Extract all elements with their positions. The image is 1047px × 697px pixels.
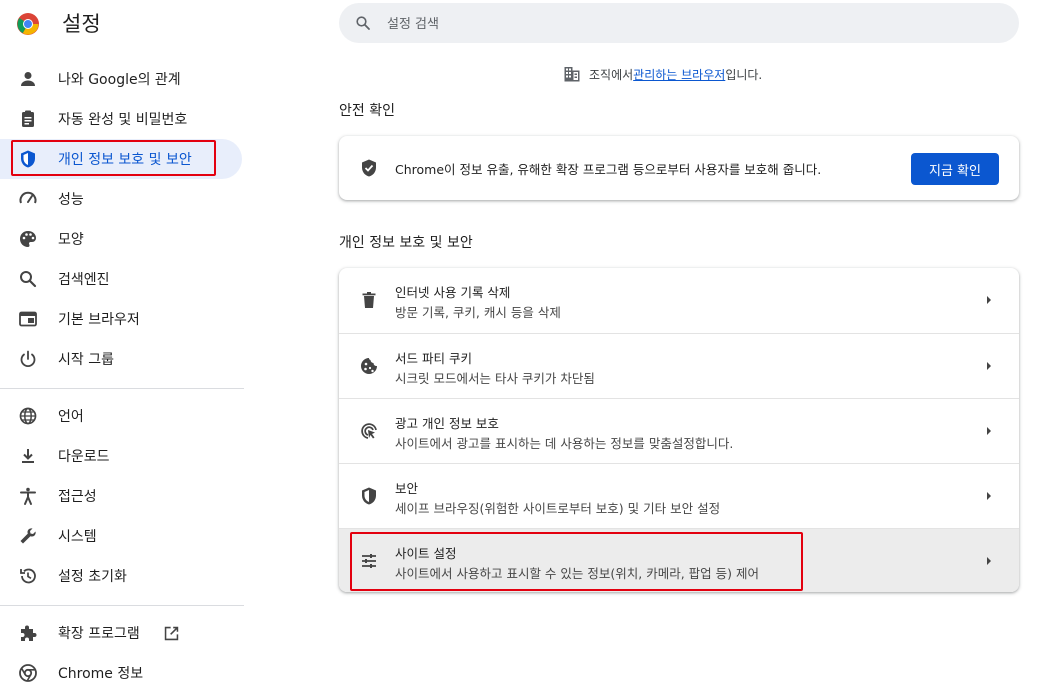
row-ad-privacy[interactable]: 광고 개인 정보 보호 사이트에서 광고를 표시하는 데 사용하는 정보를 맞춤… <box>339 398 1019 463</box>
privacy-security-heading: 개인 정보 보호 및 보안 <box>339 235 473 251</box>
sidebar-item-label: 나와 Google의 관계 <box>58 72 181 88</box>
privacy-security-card: 인터넷 사용 기록 삭제 방문 기록, 쿠키, 캐시 등을 삭제 서드 파티 쿠… <box>339 268 1019 592</box>
row-site-settings[interactable]: 사이트 설정 사이트에서 사용하고 표시할 수 있는 정보(위치, 카메라, 팝… <box>339 528 1019 592</box>
check-now-button[interactable]: 지금 확인 <box>911 153 999 185</box>
row-subtitle: 사이트에서 광고를 표시하는 데 사용하는 정보를 맞춤설정합니다. <box>395 436 734 451</box>
puzzle-icon <box>21 625 37 641</box>
sidebar-item-label: 자동 완성 및 비밀번호 <box>58 112 188 128</box>
page-title: 설정 <box>62 12 101 36</box>
chevron-right-icon <box>987 427 991 435</box>
sidebar-item-default-browser[interactable]: 기본 브라우저 <box>0 299 242 339</box>
managed-browser-link[interactable]: 관리하는 브라우저 <box>633 66 725 83</box>
sidebar-item-about-chrome[interactable]: Chrome 정보 <box>0 653 242 693</box>
sidebar-item-label: 다운로드 <box>58 449 110 465</box>
accessibility-icon <box>20 487 36 505</box>
person-icon <box>21 72 35 86</box>
wrench-icon <box>20 528 36 544</box>
cookie-icon <box>361 358 377 374</box>
sidebar-item-languages[interactable]: 언어 <box>0 396 242 436</box>
sidebar-item-label: 시스템 <box>58 529 97 545</box>
shield-check-icon <box>362 159 376 177</box>
clipboard-icon <box>22 110 34 127</box>
settings-search[interactable] <box>339 3 1019 43</box>
managed-suffix: 입니다. <box>725 67 763 82</box>
sidebar-item-label: 언어 <box>58 409 84 425</box>
sidebar-item-accessibility[interactable]: 접근성 <box>0 476 242 516</box>
sidebar-item-performance[interactable]: 성능 <box>0 179 242 219</box>
row-title: 인터넷 사용 기록 삭제 <box>395 285 511 300</box>
speedometer-icon <box>19 191 37 204</box>
trash-icon <box>362 292 376 308</box>
safety-check-heading: 안전 확인 <box>339 103 395 119</box>
chrome-logo-icon <box>16 10 40 38</box>
managed-browser-notice: 조직에서 관리하는 브라우저 입니다. <box>563 64 762 84</box>
ad-privacy-icon <box>361 423 377 439</box>
sidebar: 설정 나와 Google의 관계 자동 완성 및 비밀번호 개인 정보 보호 및… <box>0 0 244 697</box>
sidebar-item-label: 개인 정보 보호 및 보안 <box>58 152 192 168</box>
sidebar-item-system[interactable]: 시스템 <box>0 516 242 556</box>
row-subtitle: 방문 기록, 쿠키, 캐시 등을 삭제 <box>395 305 561 320</box>
row-subtitle: 세이프 브라우징(위험한 사이트로부터 보호) 및 기타 보안 설정 <box>395 501 721 516</box>
globe-icon <box>19 407 37 425</box>
sidebar-item-appearance[interactable]: 모양 <box>0 219 242 259</box>
row-title: 보안 <box>395 481 419 496</box>
sidebar-item-label: 성능 <box>58 192 84 208</box>
search-icon <box>356 16 370 30</box>
history-icon <box>20 568 36 584</box>
palette-icon <box>20 231 36 247</box>
settings-page: 설정 나와 Google의 관계 자동 완성 및 비밀번호 개인 정보 보호 및… <box>0 0 1047 697</box>
safety-check-description: Chrome이 정보 유출, 유해한 확장 프로그램 등으로부터 사용자를 보호… <box>395 162 822 177</box>
chevron-right-icon <box>987 362 991 370</box>
search-input[interactable] <box>385 12 989 36</box>
row-title: 사이트 설정 <box>395 546 457 561</box>
open-in-new-icon <box>164 626 179 641</box>
sidebar-item-downloads[interactable]: 다운로드 <box>0 436 242 476</box>
managed-prefix: 조직에서 <box>589 67 634 82</box>
row-clear-browsing-data[interactable]: 인터넷 사용 기록 삭제 방문 기록, 쿠키, 캐시 등을 삭제 <box>339 268 1019 333</box>
download-icon <box>22 449 34 463</box>
row-third-party-cookies[interactable]: 서드 파티 쿠키 시크릿 모드에서는 타사 쿠키가 차단됨 <box>339 333 1019 398</box>
sidebar-item-label: 설정 초기화 <box>58 569 127 585</box>
sidebar-item-you-and-google[interactable]: 나와 Google의 관계 <box>0 59 242 99</box>
sidebar-item-label: 기본 브라우저 <box>58 312 140 328</box>
sidebar-item-label: 시작 그룹 <box>58 352 114 368</box>
sidebar-item-search-engine[interactable]: 검색엔진 <box>0 259 242 299</box>
sidebar-item-privacy[interactable]: 개인 정보 보호 및 보안 <box>0 139 242 179</box>
search-icon <box>20 271 37 288</box>
sidebar-item-label: Chrome 정보 <box>58 666 144 682</box>
sidebar-item-label: 접근성 <box>58 489 97 505</box>
row-subtitle: 사이트에서 사용하고 표시할 수 있는 정보(위치, 카메라, 팝업 등) 제어 <box>395 566 759 581</box>
safety-check-card: Chrome이 정보 유출, 유해한 확장 프로그램 등으로부터 사용자를 보호… <box>339 136 1019 200</box>
security-shield-icon <box>362 487 376 505</box>
shield-icon <box>21 150 35 168</box>
row-subtitle: 시크릿 모드에서는 타사 쿠키가 차단됨 <box>395 371 595 386</box>
row-title: 광고 개인 정보 보호 <box>395 416 499 431</box>
chevron-right-icon <box>987 296 991 304</box>
sidebar-item-extensions[interactable]: 확장 프로그램 <box>0 613 242 653</box>
building-icon <box>564 67 580 82</box>
sidebar-divider <box>0 605 244 606</box>
sidebar-item-autofill[interactable]: 자동 완성 및 비밀번호 <box>0 99 242 139</box>
sidebar-divider <box>0 388 244 389</box>
sidebar-item-label: 모양 <box>58 232 84 248</box>
power-icon <box>20 350 36 368</box>
sidebar-item-on-startup[interactable]: 시작 그룹 <box>0 339 242 379</box>
row-title: 서드 파티 쿠키 <box>395 351 472 366</box>
tune-icon <box>362 554 376 568</box>
chevron-right-icon <box>987 557 991 565</box>
row-security[interactable]: 보안 세이프 브라우징(위험한 사이트로부터 보호) 및 기타 보안 설정 <box>339 463 1019 528</box>
browser-icon <box>19 311 37 327</box>
sidebar-item-label: 검색엔진 <box>58 272 110 288</box>
chevron-right-icon <box>987 492 991 500</box>
sidebar-item-label: 확장 프로그램 <box>58 626 140 642</box>
chrome-icon <box>19 664 37 682</box>
sidebar-item-reset[interactable]: 설정 초기화 <box>0 556 242 596</box>
